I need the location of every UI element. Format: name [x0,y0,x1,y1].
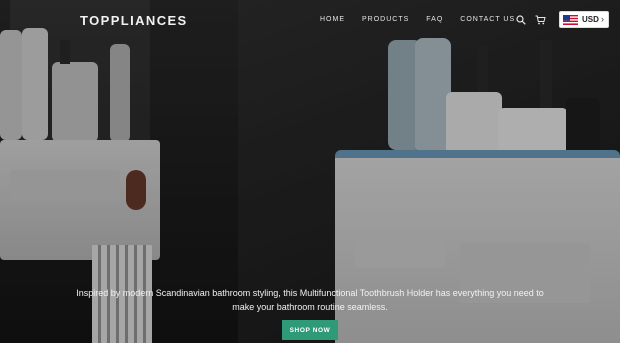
cart-icon[interactable] [535,15,546,25]
nav-item-home[interactable]: HOME [320,16,345,23]
search-icon[interactable] [516,15,526,25]
currency-label: USD [582,15,599,24]
nav-item-contact-us[interactable]: CONTACT US [460,16,515,23]
chevron-right-icon: › [601,14,604,24]
currency-selector[interactable]: USD › [559,11,609,28]
nav-item-faq[interactable]: FAQ [426,16,443,23]
hero-caption: Inspired by modern Scandinavian bathroom… [76,288,544,312]
main-nav: HOME PRODUCTS FAQ CONTACT US [320,16,532,23]
shop-now-button[interactable]: SHOP NOW [282,320,338,340]
site-header: TOPPLIANCES HOME PRODUCTS FAQ CONTACT US… [0,0,620,42]
us-flag-icon [563,15,578,25]
nav-item-products[interactable]: PRODUCTS [362,16,409,23]
brand-logo[interactable]: TOPPLIANCES [80,13,188,28]
